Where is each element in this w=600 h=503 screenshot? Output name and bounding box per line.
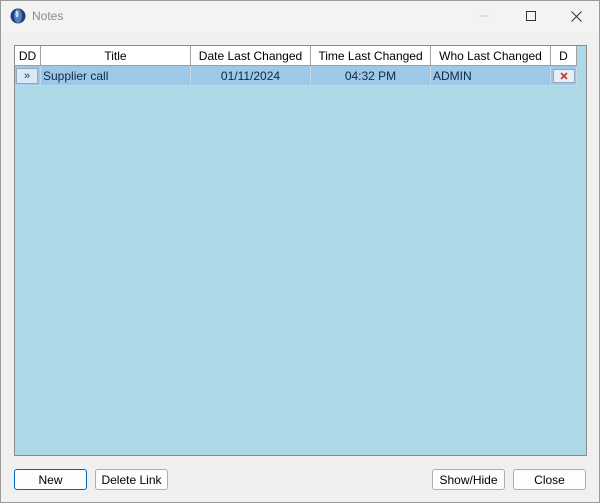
- cell-who[interactable]: ADMIN: [431, 66, 551, 86]
- title-bar[interactable]: Notes: [1, 1, 599, 32]
- grid-header: DD Title Date Last Changed Time Last Cha…: [15, 46, 577, 66]
- table-row[interactable]: » Supplier call 01/11/2024 04:32 PM ADMI…: [15, 66, 577, 86]
- notes-grid[interactable]: DD Title Date Last Changed Time Last Cha…: [14, 45, 587, 456]
- maximize-icon: [526, 11, 536, 21]
- cell-time[interactable]: 04:32 PM: [311, 66, 431, 86]
- minimize-button[interactable]: [461, 1, 507, 31]
- window-title: Notes: [32, 9, 64, 23]
- column-header-who[interactable]: Who Last Changed: [431, 46, 551, 66]
- delete-row-button[interactable]: [552, 68, 575, 83]
- cell-d: [551, 66, 577, 86]
- show-hide-button[interactable]: Show/Hide: [432, 469, 505, 490]
- delete-link-button[interactable]: Delete Link: [95, 469, 168, 490]
- column-header-d[interactable]: D: [551, 46, 577, 66]
- column-header-date[interactable]: Date Last Changed: [191, 46, 311, 66]
- cell-dd: »: [15, 66, 41, 86]
- new-button[interactable]: New: [14, 469, 87, 490]
- cell-date[interactable]: 01/11/2024: [191, 66, 311, 86]
- column-header-time[interactable]: Time Last Changed: [311, 46, 431, 66]
- delete-x-icon: [559, 71, 568, 80]
- notes-window: Notes DD Title Date Last Changed Time La…: [0, 0, 600, 503]
- notes-app-icon: [10, 8, 26, 24]
- column-header-dd[interactable]: DD: [15, 46, 41, 66]
- drilldown-button[interactable]: »: [16, 67, 38, 84]
- column-header-title[interactable]: Title: [41, 46, 191, 66]
- close-window-button[interactable]: [553, 1, 599, 31]
- close-icon: [570, 10, 582, 22]
- close-button[interactable]: Close: [513, 469, 586, 490]
- maximize-button[interactable]: [508, 1, 554, 31]
- cell-title[interactable]: Supplier call: [41, 66, 191, 86]
- minimize-icon: [479, 15, 489, 17]
